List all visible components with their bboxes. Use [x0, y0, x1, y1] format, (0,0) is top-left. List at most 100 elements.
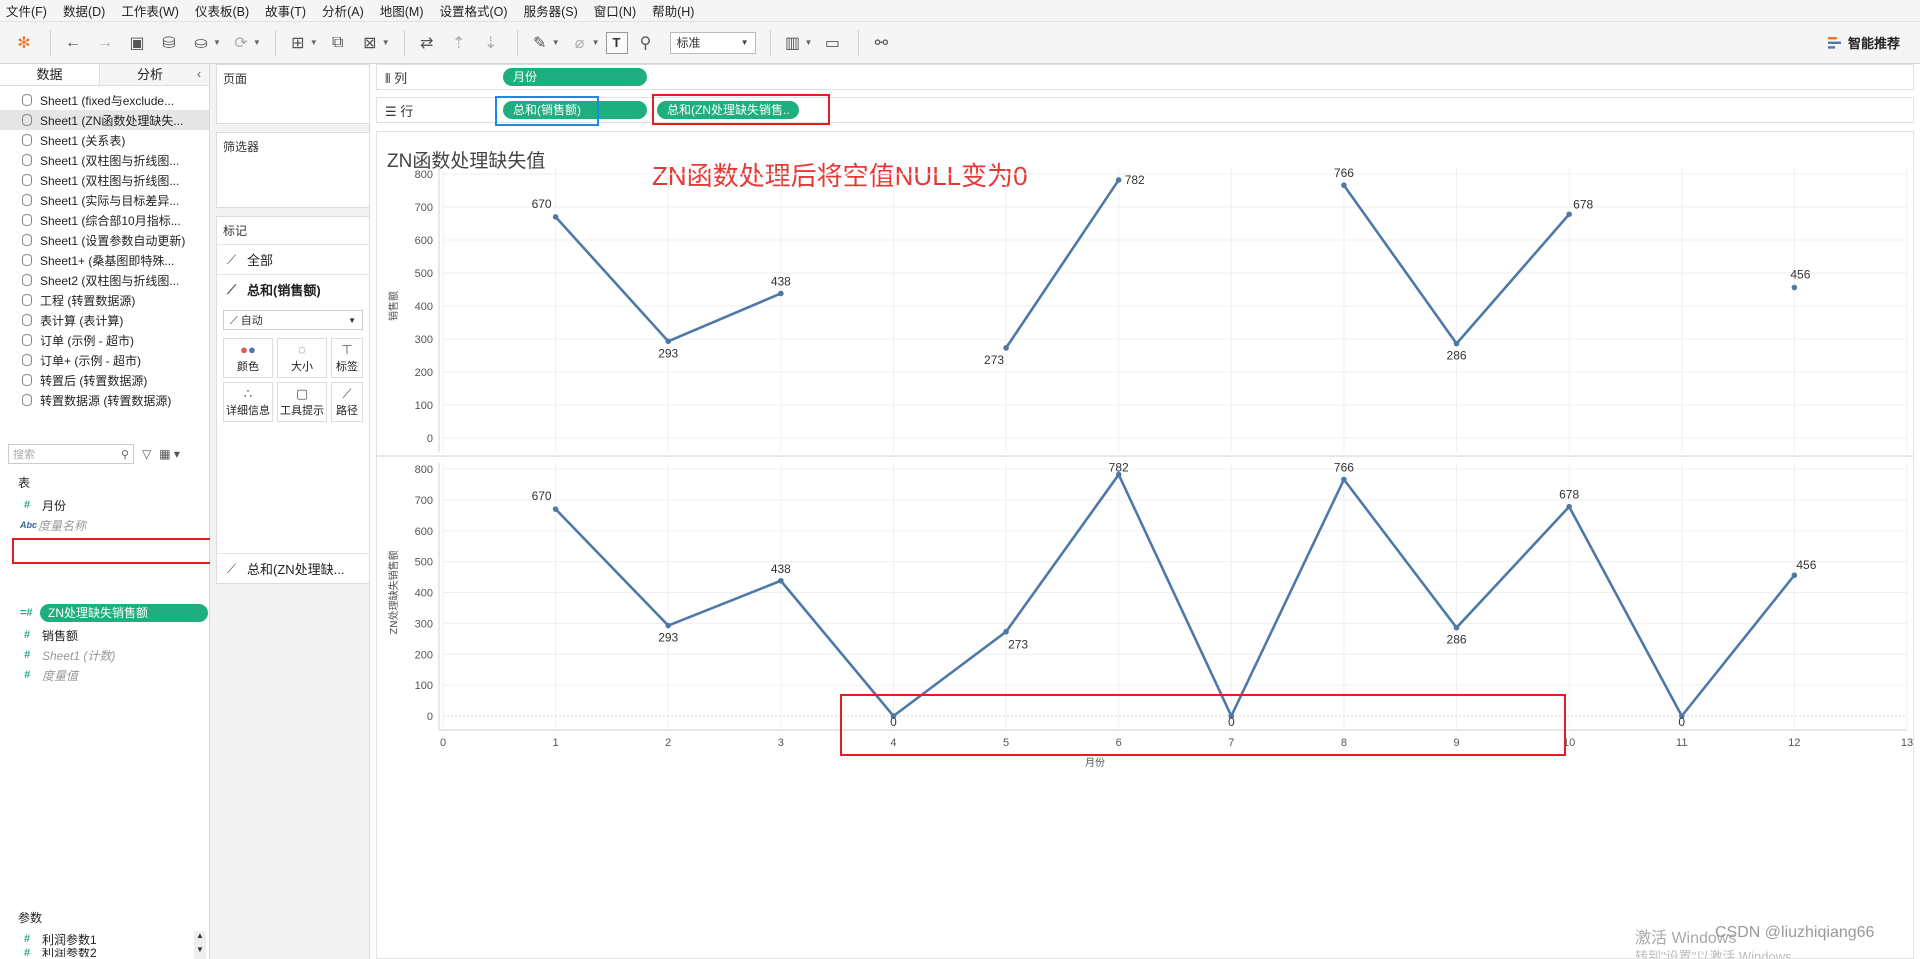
fit-select[interactable]: 标准 ▼ [669, 31, 756, 54]
datasource-item[interactable]: Sheet2 (双柱图与折线图... [0, 270, 209, 290]
pause-update-icon[interactable]: ⛀ [187, 29, 215, 57]
rows-shelf[interactable]: ☰ 行 总和(销售额) 总和(ZN处理缺失销售.. [376, 97, 1914, 123]
database-icon [22, 334, 32, 346]
menu-format[interactable]: 设置格式(O) [440, 1, 508, 20]
menu-window[interactable]: 窗口(N) [594, 1, 636, 20]
duplicate-sheet-icon[interactable]: ⧉ [324, 29, 352, 57]
param-profit-2[interactable]: # 利润参数2 [24, 948, 97, 957]
pin-icon[interactable]: ⚲ [632, 29, 660, 57]
chevron-down-icon[interactable]: ▼ [805, 38, 813, 47]
menu-dashboard[interactable]: 仪表板(B) [195, 1, 249, 20]
view-options-icon[interactable]: ▦ ▾ [159, 447, 180, 461]
columns-pill-month[interactable]: 月份 [503, 68, 647, 86]
menu-worksheet[interactable]: 工作表(W) [121, 1, 179, 20]
database-icon [22, 394, 32, 406]
y-tick-label: 0 [427, 711, 433, 723]
marks-all-row[interactable]: ⟋ 全部 [217, 244, 369, 274]
path-label: 路径 [336, 405, 358, 417]
smart-recommend-button[interactable]: 智能推荐 [1827, 33, 1900, 52]
label-button[interactable]: ⊤ 标签 [331, 338, 363, 378]
clear-sheet-icon[interactable]: ⊠ [356, 29, 384, 57]
redo-icon[interactable]: → [91, 29, 119, 57]
line-mark-icon: ⟋ [227, 560, 237, 576]
highlight-icon[interactable]: ✎ [526, 29, 554, 57]
y-tick-label: 300 [415, 618, 433, 630]
field-sheet-count[interactable]: # Sheet1 (计数) [24, 646, 115, 664]
menu-story[interactable]: 故事(T) [265, 1, 306, 20]
datasource-item[interactable]: Sheet1 (ZN函数处理缺失... [0, 110, 209, 130]
series-line [554, 473, 1796, 718]
save-icon[interactable]: ▣ [123, 29, 151, 57]
sort-ascending-icon[interactable]: ⇡ [445, 29, 473, 57]
field-month[interactable]: # 月份 [24, 496, 66, 514]
y-tick-label: 200 [415, 367, 433, 379]
tableau-logo-icon[interactable]: ✻ [10, 29, 38, 57]
scroll-down-icon[interactable]: ▼ [194, 945, 206, 959]
show-me-icon[interactable]: ▥ [779, 29, 807, 57]
field-sales[interactable]: # 销售额 [24, 626, 78, 644]
datasource-item[interactable]: Sheet1 (双柱图与折线图... [0, 170, 209, 190]
scroll-up-icon[interactable]: ▲ [194, 931, 206, 945]
mark-type-select[interactable]: ⟋ 自动 ▼ [223, 310, 363, 330]
chevron-down-icon[interactable]: ▼ [592, 38, 600, 47]
param-profit-1[interactable]: # 利润参数1 [24, 930, 97, 948]
datasource-label: Sheet1 (综合部10月指标... [40, 213, 181, 228]
datasource-item[interactable]: 转置后 (转置数据源) [0, 370, 209, 390]
chevron-down-icon[interactable]: ▼ [382, 38, 390, 47]
refresh-icon[interactable]: ⟳ [227, 29, 255, 57]
menu-analysis[interactable]: 分析(A) [322, 1, 364, 20]
detail-button[interactable]: ∴ 详细信息 [223, 382, 273, 422]
new-worksheet-icon[interactable]: ⊞ [284, 29, 312, 57]
data-point [1341, 476, 1347, 483]
menu-data[interactable]: 数据(D) [63, 1, 105, 20]
size-button[interactable]: ◌ 大小 [277, 338, 327, 378]
sort-descending-icon[interactable]: ⇣ [477, 29, 505, 57]
tab-data[interactable]: 数据 [0, 64, 100, 85]
path-button[interactable]: ⟋ 路径 [331, 382, 363, 422]
pages-card[interactable]: 页面 [216, 64, 370, 124]
datasource-item[interactable]: 转置数据源 (转置数据源) [0, 390, 209, 410]
color-button[interactable]: ●● 颜色 [223, 338, 273, 378]
columns-shelf[interactable]: ⫴ 列 月份 [376, 64, 1914, 90]
datasource-item[interactable]: 工程 (转置数据源) [0, 290, 209, 310]
marks-card: 标记 ⟋ 全部 ⟋ 总和(销售额) ⟋ 自动 ▼ ●● 颜色 ◌ 大小 ⊤ 标签… [216, 216, 370, 584]
filter-icon[interactable]: ▽ [142, 447, 151, 461]
datasource-item[interactable]: 订单+ (示例 - 超市) [0, 350, 209, 370]
datasource-item[interactable]: Sheet1 (fixed与exclude... [0, 90, 209, 110]
datasource-item[interactable]: Sheet1 (关系表) [0, 130, 209, 150]
datasource-item[interactable]: Sheet1 (设置参数自动更新) [0, 230, 209, 250]
show-mark-labels-button[interactable]: T [605, 31, 628, 54]
marks-sales-row[interactable]: ⟋ 总和(销售额) [217, 274, 369, 304]
columns-icon: ⫴ [385, 70, 395, 86]
tooltip-button[interactable]: ▢ 工具提示 [277, 382, 327, 422]
datasource-item[interactable]: 订单 (示例 - 超市) [0, 330, 209, 350]
datasource-item[interactable]: Sheet1 (双柱图与折线图... [0, 150, 209, 170]
chevron-down-icon[interactable]: ▼ [552, 38, 560, 47]
presentation-mode-icon[interactable]: ▭ [818, 29, 846, 57]
new-datasource-icon[interactable]: ⛁ [155, 29, 183, 57]
collapse-pane-icon[interactable]: ‹ [197, 67, 201, 81]
menu-help[interactable]: 帮助(H) [652, 1, 694, 20]
menu-map[interactable]: 地图(M) [380, 1, 424, 20]
chevron-down-icon[interactable]: ▼ [310, 38, 318, 47]
datasource-item[interactable]: 表计算 (表计算) [0, 310, 209, 330]
chevron-down-icon[interactable]: ▼ [213, 38, 221, 47]
share-icon[interactable]: ⚯ [867, 29, 895, 57]
field-zn-sales[interactable]: ZN处理缺失销售额 [40, 604, 208, 622]
datasource-item[interactable]: Sheet1 (综合部10月指标... [0, 210, 209, 230]
group-icon[interactable]: ⌀ [566, 29, 594, 57]
search-input[interactable]: 搜索 ⚲ [8, 444, 134, 464]
chevron-down-icon[interactable]: ▼ [253, 38, 261, 47]
datasource-item[interactable]: Sheet1+ (桑基图即特殊... [0, 250, 209, 270]
database-icon [22, 174, 32, 186]
tab-analysis[interactable]: 分析 [100, 64, 200, 85]
menu-server[interactable]: 服务器(S) [524, 1, 578, 20]
undo-icon[interactable]: ← [59, 29, 87, 57]
swap-axes-icon[interactable]: ⇄ [413, 29, 441, 57]
field-measure-names[interactable]: Abc 度量名称 [20, 516, 86, 534]
menu-file[interactable]: 文件(F) [6, 1, 47, 20]
marks-zn-row[interactable]: ⟋ 总和(ZN处理缺... [217, 553, 369, 583]
field-measure-values[interactable]: # 度量值 [24, 666, 78, 684]
filters-card[interactable]: 筛选器 [216, 132, 370, 208]
datasource-item[interactable]: Sheet1 (实际与目标差异... [0, 190, 209, 210]
